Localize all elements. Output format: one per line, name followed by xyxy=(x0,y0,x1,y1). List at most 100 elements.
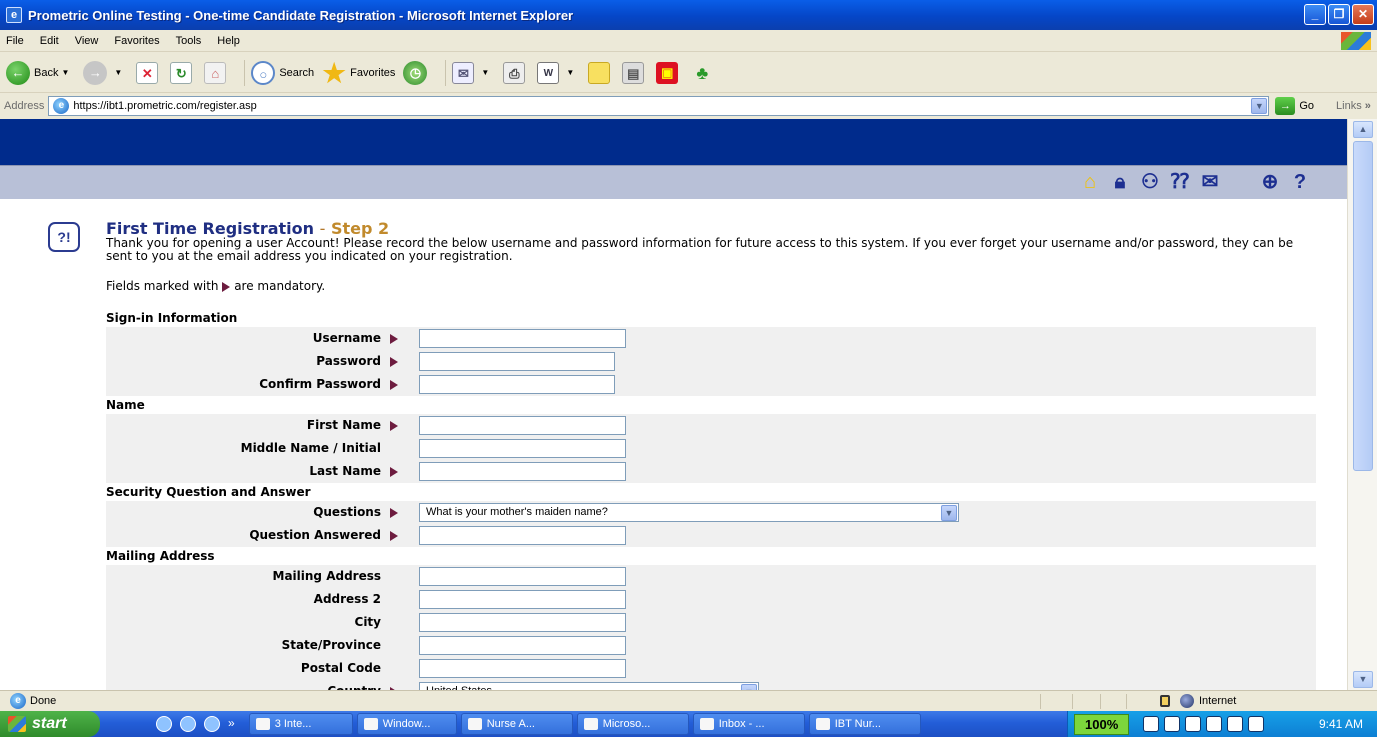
lock-icon[interactable]: 🔒︎ xyxy=(1109,170,1131,194)
address-field[interactable]: e https://ibt1.prometric.com/register.as… xyxy=(48,96,1270,116)
task-windows[interactable]: Window... xyxy=(356,713,457,735)
research-button[interactable]: ▤ xyxy=(622,61,648,84)
quick-launch-outlook-icon[interactable] xyxy=(204,716,220,732)
links-button[interactable]: Links » xyxy=(1336,100,1371,112)
home-button[interactable]: ⌂ xyxy=(204,61,230,84)
mandatory-note: Fields marked with are mandatory. xyxy=(106,279,325,293)
postal-code-input[interactable] xyxy=(419,659,626,678)
envelope-icon[interactable]: ✉ xyxy=(1199,170,1221,194)
restore-button[interactable]: ❐ xyxy=(1328,4,1350,25)
network-tray-icon[interactable] xyxy=(1143,716,1160,732)
field-label: Middle Name / Initial xyxy=(240,441,381,455)
sync-tray-icon[interactable] xyxy=(1227,716,1244,732)
help-question-icon[interactable]: ⁇ xyxy=(1169,170,1191,194)
city-input[interactable] xyxy=(419,613,626,632)
header-banner xyxy=(0,119,1347,165)
task-label: Microso... xyxy=(602,718,651,730)
mandatory-suffix: are mandatory. xyxy=(234,279,326,293)
home-icon[interactable]: ⌂ xyxy=(1079,170,1101,194)
scroll-thumb[interactable] xyxy=(1353,141,1373,471)
folder-task-icon xyxy=(467,718,482,730)
word-icon: W xyxy=(537,61,560,84)
chevron-down-icon[interactable]: ▼ xyxy=(941,505,957,521)
vertical-scrollbar[interactable]: ▲ ▼ xyxy=(1347,119,1377,690)
print-button[interactable]: ⎙ xyxy=(503,61,529,84)
address-url[interactable]: https://ibt1.prometric.com/register.asp xyxy=(73,100,256,112)
minimize-button[interactable]: _ xyxy=(1304,4,1326,25)
quick-launch-ie-icon[interactable] xyxy=(180,716,196,732)
back-button[interactable]: ← Back ▼ xyxy=(6,60,75,85)
people-icon[interactable]: ⚇ xyxy=(1139,170,1161,194)
zoom-indicator[interactable]: 100% xyxy=(1074,713,1130,735)
questions-select[interactable]: What is your mother's maiden name? ▼ xyxy=(419,503,959,522)
task-ie[interactable]: 3 Inte... xyxy=(248,713,353,735)
favorites-button[interactable]: ★ Favorites xyxy=(322,60,396,86)
messenger-icon: ♣ xyxy=(696,62,709,83)
search-button[interactable]: ○ Search xyxy=(251,60,314,85)
field-label: State/Province xyxy=(281,638,381,652)
task-word[interactable]: IBT Nur... xyxy=(808,713,921,735)
address-dropdown-icon[interactable]: ▼ xyxy=(1251,98,1268,114)
status-text: Done xyxy=(30,695,57,707)
country-select[interactable]: United States▼ xyxy=(419,682,759,690)
form-row-city: City xyxy=(106,611,1316,634)
form-row-state-province: State/Province xyxy=(106,634,1316,657)
start-button[interactable]: start xyxy=(0,711,100,737)
start-label: start xyxy=(32,715,67,732)
section-title: Name xyxy=(106,398,145,412)
question-answered-input[interactable] xyxy=(419,526,626,545)
chevron-right-icon[interactable]: » xyxy=(228,716,235,732)
back-dropdown-icon[interactable]: ▼ xyxy=(61,68,69,77)
username-input[interactable] xyxy=(419,329,626,348)
globe-icon[interactable]: ⊕ xyxy=(1259,170,1281,194)
refresh-button[interactable]: ↻ xyxy=(170,61,196,84)
task-excel[interactable]: Microso... xyxy=(576,713,689,735)
mail-dropdown-icon[interactable]: ▼ xyxy=(481,68,489,77)
menu-view[interactable]: View xyxy=(75,35,99,47)
question-mark-icon[interactable]: ? xyxy=(1289,170,1311,194)
messenger-button[interactable]: ♣ xyxy=(690,61,718,85)
menu-favorites[interactable]: Favorites xyxy=(114,35,159,47)
state-province-input[interactable] xyxy=(419,636,626,655)
go-button[interactable]: → Go xyxy=(1275,97,1314,115)
password-input[interactable] xyxy=(419,352,615,371)
back-tray-icon[interactable] xyxy=(1164,716,1181,732)
task-outlook[interactable]: Inbox - ... xyxy=(692,713,805,735)
forward-dropdown-icon[interactable]: ▼ xyxy=(114,68,122,77)
middle-name-initial-input[interactable] xyxy=(419,439,626,458)
required-marker-icon xyxy=(390,508,398,518)
address-2-input[interactable] xyxy=(419,590,626,609)
confirm-password-input[interactable] xyxy=(419,375,615,394)
forward-button[interactable]: → ▼ xyxy=(83,60,128,85)
status-done: e Done xyxy=(6,693,56,709)
scroll-down-icon[interactable]: ▼ xyxy=(1353,671,1373,688)
user-tray-icon[interactable] xyxy=(1248,716,1265,732)
stop-button[interactable]: ✕ xyxy=(136,61,162,84)
address-label: Address xyxy=(4,100,45,112)
close-button[interactable]: ✕ xyxy=(1352,4,1374,25)
menu-help[interactable]: Help xyxy=(217,35,240,47)
chart-tray-icon[interactable] xyxy=(1206,716,1223,732)
scroll-up-icon[interactable]: ▲ xyxy=(1353,121,1373,138)
menu-edit[interactable]: Edit xyxy=(40,35,59,47)
note-button[interactable] xyxy=(588,61,614,84)
history-button[interactable]: ◷ xyxy=(403,60,431,85)
address-bar: Address e https://ibt1.prometric.com/reg… xyxy=(0,94,1377,118)
clock-tray-icon[interactable] xyxy=(1185,716,1202,732)
form-row-last-name: Last Name xyxy=(106,460,1316,483)
quick-launch-desktop-icon[interactable] xyxy=(156,716,172,732)
status-divider xyxy=(1126,694,1127,709)
required-marker-icon xyxy=(390,380,398,390)
task-folder[interactable]: Nurse A... xyxy=(460,713,573,735)
last-name-input[interactable] xyxy=(419,462,626,481)
excel-task-icon xyxy=(583,718,598,730)
mailing-address-input[interactable] xyxy=(419,567,626,586)
mail-button[interactable]: ✉ ▼ xyxy=(452,61,495,84)
first-name-input[interactable] xyxy=(419,416,626,435)
addon-button[interactable]: ▣ xyxy=(656,61,682,84)
edit-dropdown-icon[interactable]: ▼ xyxy=(566,68,574,77)
menu-tools[interactable]: Tools xyxy=(176,35,202,47)
edit-word-button[interactable]: W ▼ xyxy=(537,61,580,84)
menu-file[interactable]: File xyxy=(6,35,24,47)
field-label: First Name xyxy=(306,418,381,432)
